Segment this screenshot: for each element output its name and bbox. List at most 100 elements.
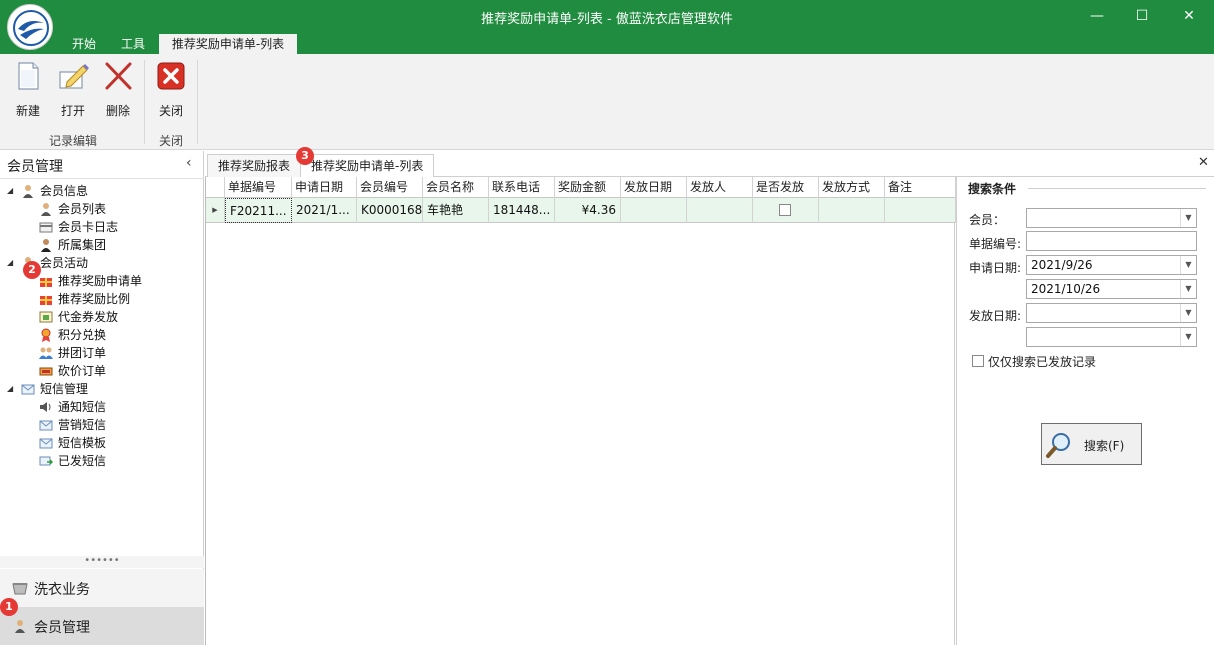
cell-issuer[interactable]	[687, 198, 753, 223]
apply-date-from-picker[interactable]: 2021/9/26 ▼	[1026, 255, 1197, 275]
table-row[interactable]: ▶ F20211... 2021/1... K0000168 车艳艳 18144…	[206, 198, 956, 223]
panel-splitter[interactable]: ••••••	[0, 556, 204, 568]
close-red-icon	[157, 62, 185, 90]
delete-button[interactable]: 删除	[98, 60, 138, 120]
close-button[interactable]: 关闭	[151, 60, 191, 120]
edit-pencil-icon	[59, 64, 89, 89]
column-header[interactable]: 联系电话	[489, 177, 555, 198]
ribbon-toolbar: 新建 打开 删除 关闭 记录编辑 关闭	[0, 54, 1214, 150]
chevron-down-icon[interactable]: ▼	[1180, 209, 1196, 227]
cell-method[interactable]	[819, 198, 885, 223]
tab-referral-request-list[interactable]: 推荐奖励申请单-列表	[300, 154, 435, 178]
member-label: 会员：	[969, 213, 1006, 227]
close-window-button[interactable]: ✕	[1174, 4, 1204, 28]
issue-date-label: 发放日期:	[969, 309, 1022, 323]
new-button-label: 新建	[15, 104, 40, 118]
panel-divider	[956, 177, 957, 645]
column-header[interactable]: 单据编号	[225, 177, 292, 198]
mail-icon	[39, 438, 53, 449]
open-button-label: 打开	[60, 104, 85, 118]
cell-member-name[interactable]: 车艳艳	[423, 198, 489, 223]
card-icon	[39, 222, 53, 233]
only-issued-checkbox[interactable]	[972, 355, 984, 367]
doc-no-label: 单据编号:	[969, 237, 1022, 251]
mail-icon	[39, 420, 53, 431]
ribbon-tab-list[interactable]: 推荐奖励申请单-列表	[159, 34, 297, 54]
title-bar: 推荐奖励申请单-列表 - 傲蓝洗衣店管理软件 — ☐ ✕ 开始 工具 推荐奖励申…	[0, 0, 1214, 54]
tab-referral-report[interactable]: 推荐奖励报表	[207, 154, 302, 177]
cell-amount[interactable]: ¥4.36	[555, 198, 621, 223]
cell-apply-date[interactable]: 2021/1...	[292, 198, 357, 223]
window-title: 推荐奖励申请单-列表 - 傲蓝洗衣店管理软件	[481, 12, 733, 27]
data-grid: 单据编号 申请日期 会员编号 会员名称 联系电话 奖励金额 发放日期 发放人 是…	[205, 177, 956, 645]
collapse-panel-icon[interactable]: ‹	[186, 155, 192, 171]
chevron-down-icon[interactable]: ▼	[1180, 304, 1196, 322]
expand-arrow-icon[interactable]: ◢	[7, 186, 13, 195]
group-label-edit: 记录编辑	[49, 134, 98, 148]
column-header[interactable]: 奖励金额	[555, 177, 621, 198]
member-select[interactable]: ▼	[1026, 208, 1197, 228]
title-rule	[1028, 188, 1206, 189]
column-header[interactable]: 发放人	[687, 177, 753, 198]
close-tab-icon[interactable]: ✕	[1198, 155, 1209, 170]
maximize-button[interactable]: ☐	[1127, 4, 1157, 28]
chevron-down-icon[interactable]: ▼	[1180, 280, 1196, 298]
basket-icon	[12, 583, 28, 595]
column-header[interactable]: 申请日期	[292, 177, 357, 198]
cell-phone[interactable]: 181448...	[489, 198, 555, 223]
cell-doc-no[interactable]: F20211...	[225, 198, 292, 223]
column-header[interactable]: 发放日期	[621, 177, 687, 198]
left-panel-header: 会员管理 ‹	[0, 151, 204, 179]
cell-issued[interactable]	[753, 198, 819, 223]
ribbon-tab-start[interactable]: 开始	[72, 34, 96, 54]
new-button[interactable]: 新建	[8, 60, 48, 120]
ribbon-tab-tools[interactable]: 工具	[121, 34, 145, 54]
left-panel-title: 会员管理	[7, 159, 63, 175]
group-icon	[41, 239, 51, 252]
mail-icon	[21, 384, 35, 395]
grid-header: 单据编号 申请日期 会员编号 会员名称 联系电话 奖励金额 发放日期 发放人 是…	[206, 177, 956, 198]
column-header[interactable]: 会员编号	[357, 177, 423, 198]
voucher-icon	[39, 311, 53, 323]
issue-date-from-picker[interactable]: ▼	[1026, 303, 1197, 323]
expand-arrow-icon[interactable]: ◢	[7, 384, 13, 393]
cell-issue-date[interactable]	[621, 198, 687, 223]
apply-date-to-picker[interactable]: 2021/10/26 ▼	[1026, 279, 1197, 299]
search-panel: 搜索条件 会员： ▼ 单据编号: 申请日期: 2021/9/26 ▼ 2021/…	[956, 177, 1214, 645]
column-header[interactable]: 是否发放	[753, 177, 819, 198]
grid-corner	[206, 177, 225, 198]
document-tab-strip: 推荐奖励报表 推荐奖励申请单-列表 ✕	[205, 151, 1214, 178]
expand-arrow-icon[interactable]: ◢	[7, 258, 13, 267]
gift-icon	[40, 278, 52, 287]
chevron-down-icon[interactable]: ▼	[1180, 256, 1196, 274]
close-button-label: 关闭	[158, 104, 183, 118]
ribbon-separator	[197, 60, 198, 144]
nav-laundry-business[interactable]: 洗衣业务	[0, 569, 204, 607]
minimize-button[interactable]: —	[1082, 4, 1112, 28]
column-header[interactable]: 备注	[885, 177, 956, 198]
column-header[interactable]: 发放方式	[819, 177, 885, 198]
issued-checkbox[interactable]	[779, 204, 791, 216]
cell-remark[interactable]	[885, 198, 956, 223]
left-nav-panel: 会员管理 ‹ ◢ 会员信息 会员列表 会员卡日志 所属集团 ◢ 会员活动 推荐奖…	[0, 151, 204, 645]
speaker-icon	[40, 402, 51, 412]
medal-icon	[41, 328, 51, 342]
team-icon	[39, 347, 53, 359]
new-document-icon	[18, 62, 39, 90]
row-indicator-icon: ▶	[206, 198, 225, 223]
group-label-close: 关闭	[159, 134, 184, 148]
only-issued-label[interactable]: 仅仅搜索已发放记录	[988, 353, 1096, 370]
delete-x-icon	[105, 62, 132, 90]
gift-icon	[40, 296, 52, 305]
search-button[interactable]: 搜索(F)	[1041, 423, 1142, 465]
apply-date-label: 申请日期:	[969, 261, 1022, 275]
chevron-down-icon[interactable]: ▼	[1180, 328, 1196, 346]
issue-date-to-picker[interactable]: ▼	[1026, 327, 1197, 347]
step-badge: 2	[23, 261, 41, 279]
sent-mail-icon	[39, 456, 53, 466]
open-button[interactable]: 打开	[53, 60, 93, 120]
nav-member-management[interactable]: 会员管理	[0, 607, 204, 645]
doc-no-input[interactable]	[1026, 231, 1197, 251]
cell-member-no[interactable]: K0000168	[357, 198, 423, 223]
column-header[interactable]: 会员名称	[423, 177, 489, 198]
